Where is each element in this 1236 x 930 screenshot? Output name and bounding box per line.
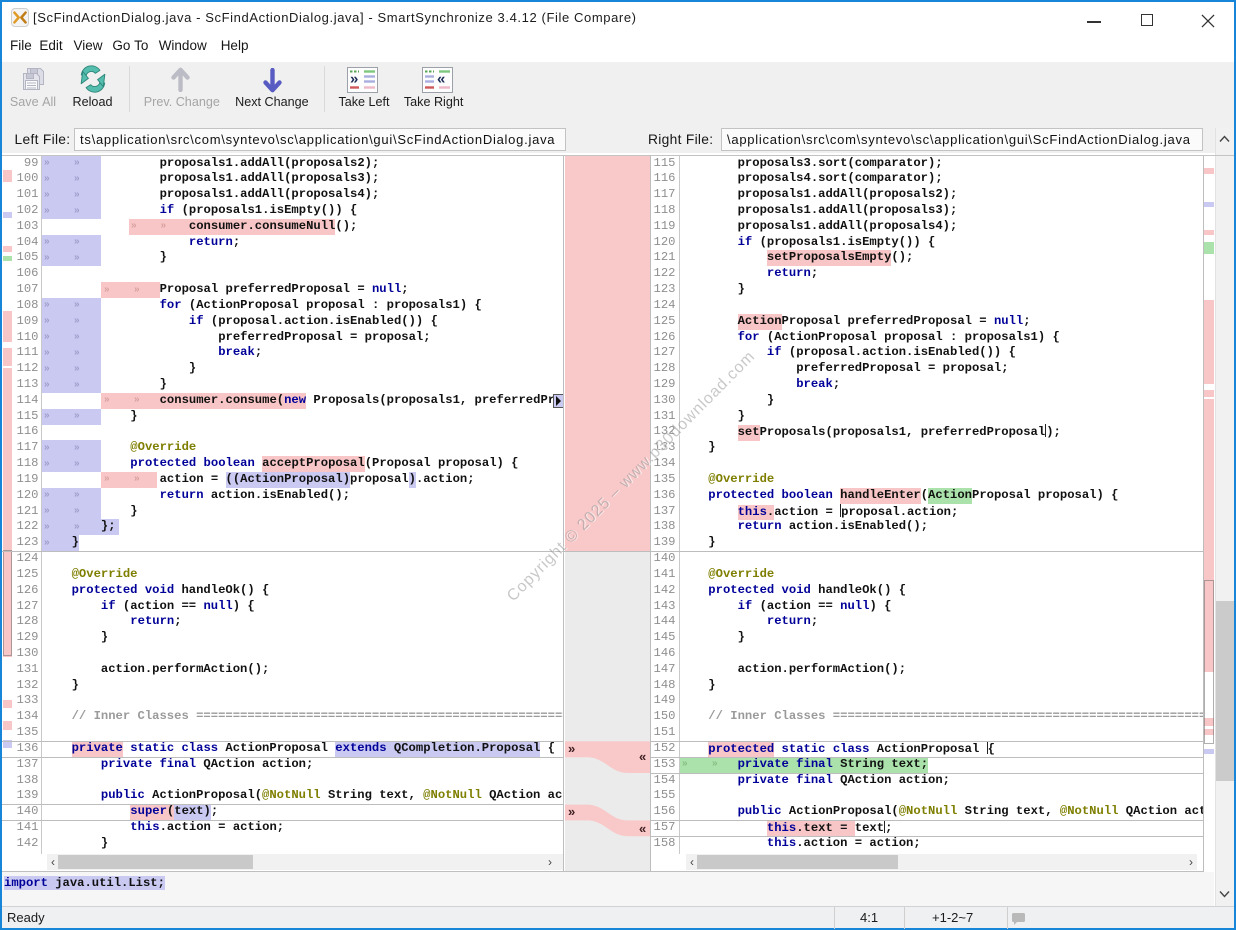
svg-text:«: « [437,71,445,88]
svg-text:»: » [350,71,358,88]
